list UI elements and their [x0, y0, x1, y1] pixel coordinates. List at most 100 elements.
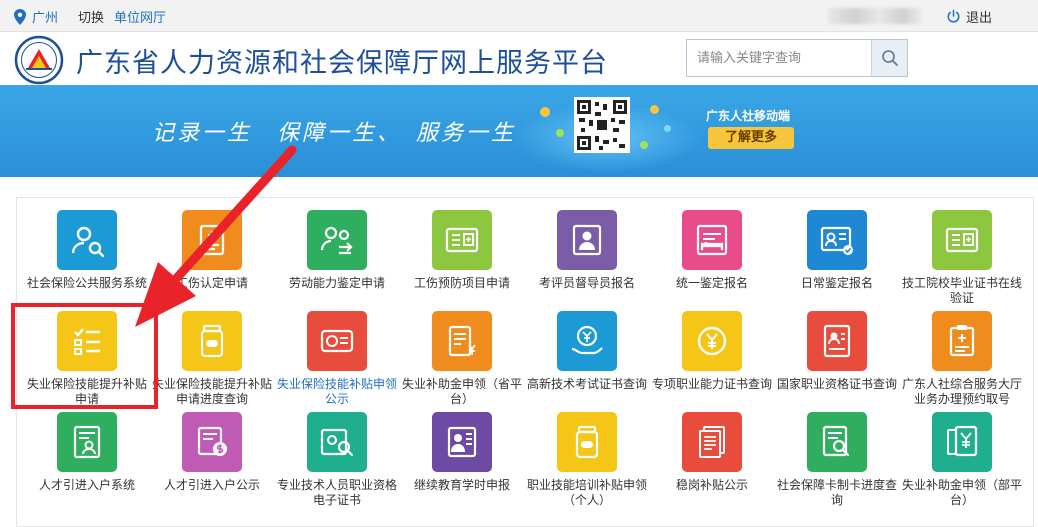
service-icon-tile — [807, 412, 867, 472]
search-input[interactable] — [687, 40, 871, 76]
service-label: 失业保险技能提升补贴申请进度查询 — [151, 377, 272, 406]
hero-banner: 记录一生 保障一生、 服务一生 广东人社移动端 了解更多 — [0, 85, 1038, 177]
search-box — [686, 39, 908, 77]
logout-label: 退出 — [966, 11, 993, 26]
service-icon-tile — [557, 210, 617, 270]
service-label: 统一鉴定报名 — [675, 276, 748, 290]
yuan-docs-icon — [947, 425, 978, 457]
qr-code-icon — [577, 100, 627, 150]
search-icon — [881, 50, 898, 66]
service-icon-tile — [182, 210, 242, 270]
service-icon-tile — [432, 311, 492, 371]
service-icon-tile — [57, 412, 117, 472]
service-label: 考评员督导员报名 — [538, 276, 635, 290]
switch-city-link[interactable]: 切换 — [78, 7, 104, 26]
service-label: 广东人社综合服务大厅业务办理预约取号 — [901, 377, 1022, 406]
service-tile[interactable]: 社会保险公共服务系统 — [25, 210, 149, 291]
current-city[interactable]: 广州 — [32, 7, 58, 26]
service-label: 高新技术考试证书查询 — [526, 377, 647, 391]
service-grid: 社会保险公共服务系统 工伤认定申请 劳动能力鉴定申请 工伤预防项目申请 考评员督导员报名… — [16, 197, 1034, 527]
social-card-icon — [320, 329, 354, 353]
service-icon-tile — [932, 412, 992, 472]
card-search-icon — [320, 428, 354, 457]
learn-more-button[interactable]: 了解更多 — [708, 127, 794, 149]
people-exchange-icon — [320, 226, 353, 255]
service-label: 专项职业能力证书查询 — [651, 377, 772, 391]
service-icon-tile — [932, 210, 992, 270]
service-tile[interactable]: 高新技术考试证书查询 — [525, 311, 649, 392]
service-tile[interactable]: 广东人社综合服务大厅业务办理预约取号 — [900, 311, 1024, 407]
unit-hall-link[interactable]: 单位网厅 — [114, 7, 166, 26]
hand-yuan-icon — [571, 325, 603, 355]
service-tile[interactable]: 劳动能力鉴定申请 — [275, 210, 399, 291]
service-label: 技工院校毕业证书在线验证 — [901, 276, 1022, 305]
service-tile[interactable]: 稳岗补贴公示 — [650, 412, 774, 493]
service-tile[interactable]: 人才引进入户公示 — [150, 412, 274, 493]
decor-dot — [540, 107, 550, 117]
highlight-box — [11, 303, 158, 409]
service-label: 继续教育学时申报 — [413, 478, 510, 492]
service-icon-tile — [682, 210, 742, 270]
decor-dot — [640, 141, 648, 149]
clipboard-plus-icon — [949, 325, 975, 357]
service-label: 社会保障卡制卡进度查询 — [776, 478, 897, 507]
document-yuan-icon — [448, 325, 476, 357]
service-tile[interactable]: 失业保险技能提升补贴申请进度查询 — [150, 311, 274, 407]
pill-bottle-icon — [200, 324, 224, 358]
service-tile[interactable]: 专项职业能力证书查询 — [650, 311, 774, 392]
decor-dot — [650, 105, 659, 114]
decor-dot — [556, 129, 564, 137]
resume-icon — [73, 425, 101, 459]
service-icon-tile — [682, 412, 742, 472]
service-tile[interactable]: 统一鉴定报名 — [650, 210, 774, 291]
service-tile[interactable]: 工伤预防项目申请 — [400, 210, 524, 291]
site-header: 广东省人力资源和社会保障厅网上服务平台 — [0, 33, 1038, 85]
id-card-icon — [445, 227, 479, 253]
doc-search-icon — [822, 425, 850, 457]
service-label: 失业补助金申领（部平台） — [901, 478, 1022, 507]
service-label: 日常鉴定报名 — [800, 276, 873, 290]
service-icon-tile — [432, 210, 492, 270]
service-tile[interactable]: 失业保险技能补贴申领公示 — [275, 311, 399, 407]
user-search-icon — [71, 226, 105, 258]
service-icon-tile — [307, 210, 367, 270]
teacher-board-icon — [447, 426, 477, 458]
service-label: 失业保险技能补贴申领公示 — [276, 377, 397, 406]
service-icon-tile — [807, 210, 867, 270]
service-icon-tile — [307, 311, 367, 371]
service-tile[interactable]: 人才引进入户系统 — [25, 412, 149, 493]
medical-form-icon — [199, 224, 225, 256]
stacked-docs-icon — [699, 426, 725, 458]
logout-button[interactable]: 退出 — [946, 7, 992, 26]
service-label: 工伤认定申请 — [175, 276, 248, 290]
service-icon-tile — [432, 412, 492, 472]
service-label: 社会保险公共服务系统 — [26, 276, 147, 290]
top-bar: 广州 切换 单位网厅 退出 — [0, 0, 1038, 32]
mobile-app-title: 广东人社移动端 — [706, 109, 791, 123]
service-tile[interactable]: 考评员督导员报名 — [525, 210, 649, 291]
banner-slogan: 记录一生 保障一生、 服务一生 — [152, 121, 517, 146]
service-tile[interactable]: 失业补助金申领（部平台） — [900, 412, 1024, 508]
service-tile[interactable]: 工伤认定申请 — [150, 210, 274, 291]
service-tile[interactable]: 继续教育学时申报 — [400, 412, 524, 493]
profile-card-icon — [823, 324, 851, 358]
service-tile[interactable]: 失业补助金申领（省平台） — [400, 311, 524, 407]
coin-yuan-icon — [697, 326, 727, 356]
location-pin-icon — [14, 8, 26, 25]
service-icon-tile — [182, 311, 242, 371]
service-tile[interactable]: 国家职业资格证书查询 — [775, 311, 899, 392]
power-icon — [947, 9, 960, 23]
service-tile[interactable]: 社会保障卡制卡进度查询 — [775, 412, 899, 508]
dollar-card-icon — [197, 426, 227, 456]
service-label: 工伤预防项目申请 — [413, 276, 510, 290]
search-button[interactable] — [871, 40, 907, 76]
service-tile[interactable]: 日常鉴定报名 — [775, 210, 899, 291]
bed-list-icon — [696, 224, 728, 256]
service-tile[interactable]: 专业技术人员职业资格电子证书 — [275, 412, 399, 508]
service-tile[interactable]: 技工院校毕业证书在线验证 — [900, 210, 1024, 306]
service-label: 人才引进入户公示 — [163, 478, 260, 492]
service-tile[interactable]: 职业技能培训补贴申领（个人） — [525, 412, 649, 508]
location-bar: 广州 切换 单位网厅 — [14, 7, 166, 26]
person-board-icon — [572, 224, 602, 256]
service-label: 人才引进入户系统 — [38, 478, 135, 492]
